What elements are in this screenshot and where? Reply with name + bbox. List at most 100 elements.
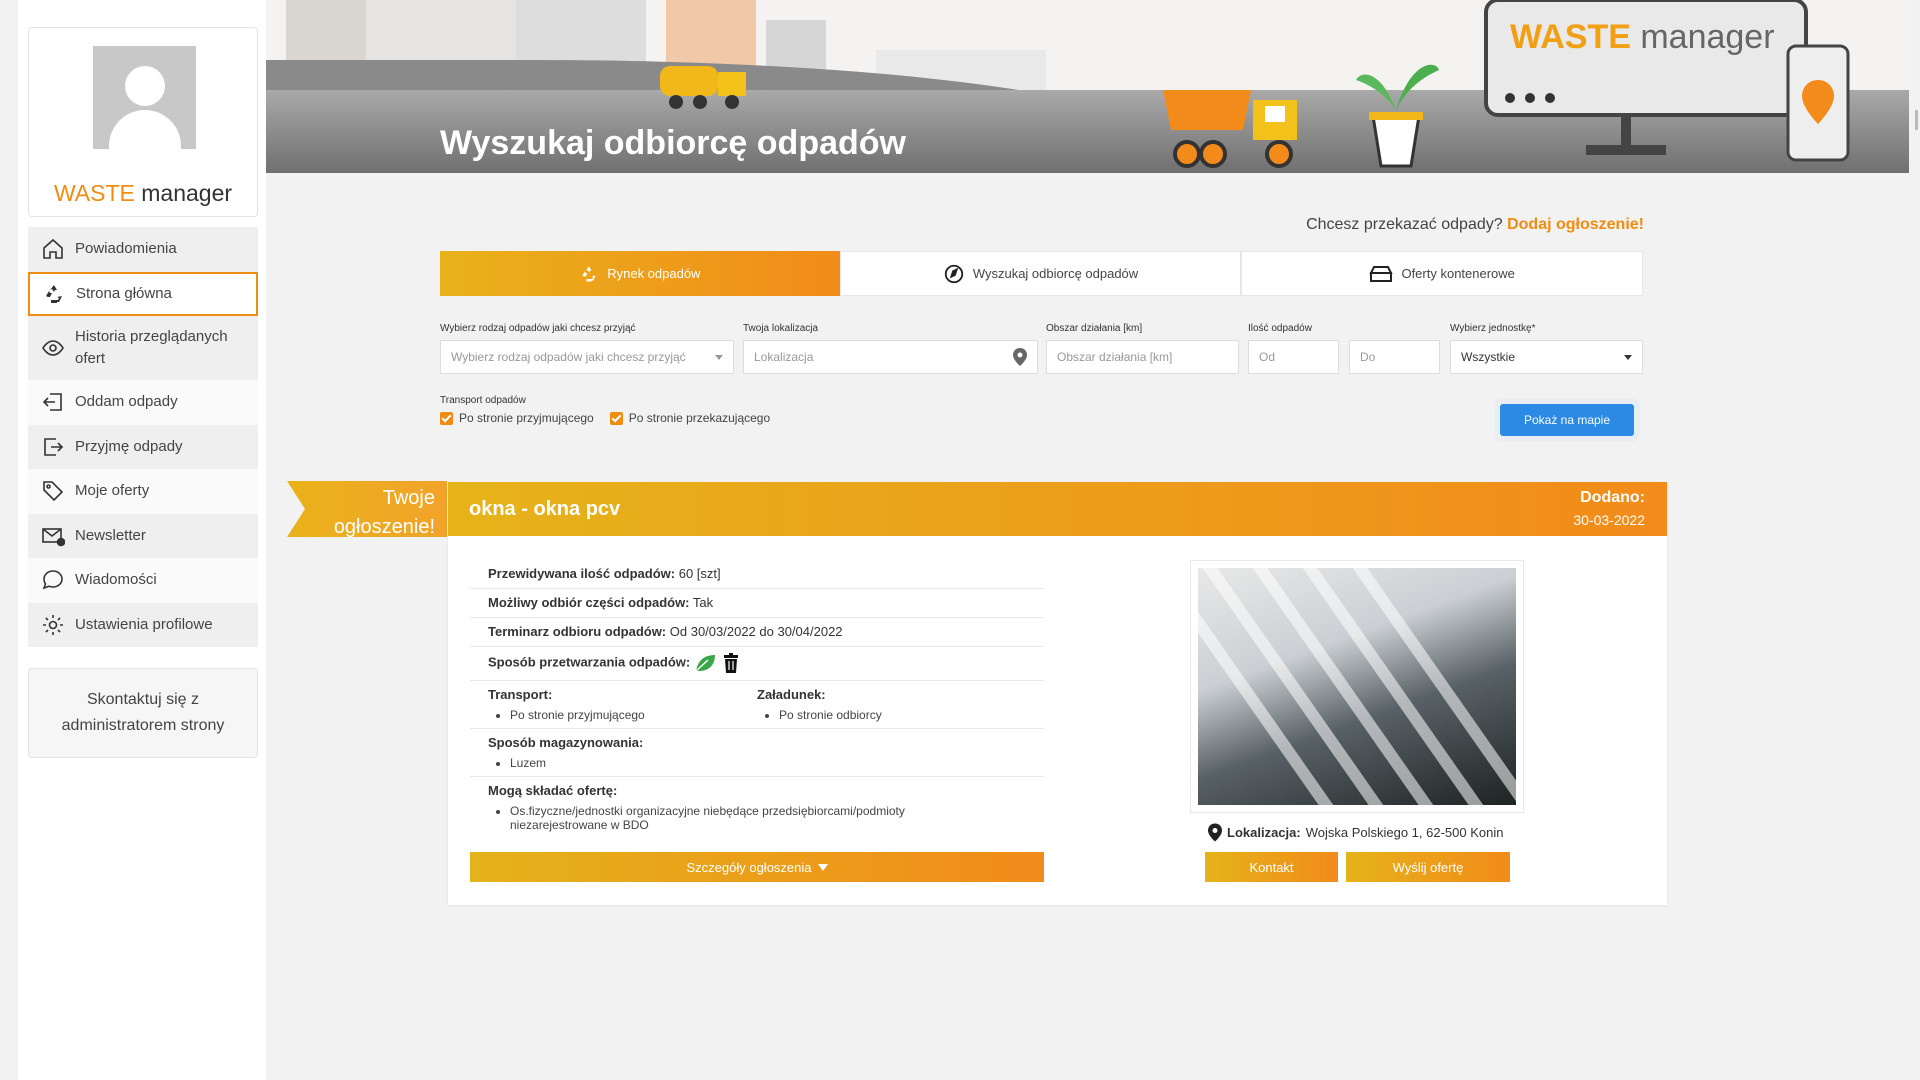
listing-card: okna - okna pcv Dodano: 30-03-2022 Przew… (448, 482, 1667, 905)
unit-select[interactable]: Wszystkie (1450, 340, 1643, 374)
location-placeholder: Lokalizacja (754, 350, 814, 364)
sidebar-item-label: Moje oferty (75, 482, 150, 500)
checkbox-checked-icon (609, 411, 623, 425)
recycle-icon (46, 284, 62, 303)
transport-receiver-checkbox[interactable]: Po stronie przyjmującego (440, 411, 594, 425)
location-input[interactable]: Lokalizacja (743, 340, 1038, 374)
sidebar-item-label: Powiadomienia (75, 240, 177, 258)
partial-pickup-row: Możliwy odbiór części odpadów: Tak (470, 589, 1044, 618)
tab-bar: Rynek odpadów Wyszukaj odbiorcę odpadów … (440, 251, 1644, 296)
sidebar-item-label: Oddam odpady (75, 393, 178, 411)
quantity-to-input[interactable]: Do (1349, 340, 1440, 374)
sidebar-item-wiadomosci[interactable]: Wiadomości (28, 558, 258, 603)
transport-filter: Transport odpadów Po stronie przyjmujące… (440, 395, 770, 425)
listing-details: Przewidywana ilość odpadów: 60 [szt] Moż… (470, 560, 1044, 860)
required-mark: * (1531, 323, 1536, 334)
detail-label: Możliwy odbiór części odpadów: (488, 595, 690, 610)
waste-type-select[interactable]: Wybierz rodzaj odpadów jaki chcesz przyj… (440, 340, 734, 374)
processing-row: Sposób przetwarzania odpadów: (470, 647, 1044, 681)
eye-icon (42, 340, 64, 356)
add-listing-link[interactable]: Dodaj ogłoszenie! (1507, 216, 1644, 233)
ribbon-line1: Twoje (382, 487, 435, 509)
detail-value: Luzem (510, 756, 1026, 770)
detail-label: Sposób magazynowania: (488, 735, 644, 750)
send-offer-button[interactable]: Wyślij ofertę (1346, 852, 1510, 882)
area-placeholder: Obszar działania [km] (1057, 350, 1173, 364)
listing-details-button[interactable]: Szczegóły ogłoszenia (470, 852, 1044, 882)
storage-row: Sposób magazynowania: Luzem (470, 729, 1044, 777)
sidebar-item-label: Strona główna (76, 284, 172, 302)
location-value: Wojska Polskiego 1, 62-500 Konin (1305, 825, 1504, 840)
waste-type-placeholder: Wybierz rodzaj odpadów jaki chcesz przyj… (451, 350, 686, 364)
tab-rynek-odpadow[interactable]: Rynek odpadów (440, 251, 840, 296)
envelope-icon (42, 527, 65, 547)
sidebar-brand-logo: WASTE manager (53, 180, 233, 206)
sidebar-item-ustawienia[interactable]: Ustawienia profilowe (28, 602, 258, 647)
ribbon-line2: ogłoszenie! (333, 516, 435, 538)
detail-value: Tak (692, 595, 714, 610)
listing-location: Lokalizacja: Wojska Polskiego 1, 62-500 … (1208, 823, 1503, 842)
listing-header: okna - okna pcv Dodano: 30-03-2022 (448, 482, 1667, 536)
sidebar-item-oddam-odpady[interactable]: Oddam odpady (28, 380, 258, 425)
map-pin-icon (1208, 823, 1222, 842)
detail-label: Mogą składać ofertę: (488, 783, 618, 798)
contact-admin-line2: administratorem strony (61, 717, 225, 734)
gear-icon (43, 614, 63, 635)
tags-icon (43, 481, 64, 502)
home-icon (43, 239, 63, 260)
sidebar-item-label: Przyjmę odpady (75, 437, 183, 455)
transport-sender-checkbox[interactable]: Po stronie przekazującego (609, 411, 771, 425)
checkbox-label: Po stronie przekazującego (628, 411, 771, 425)
contact-button[interactable]: Kontakt (1205, 852, 1338, 882)
detail-value: 60 [szt] (678, 566, 721, 581)
sidebar: WASTE manager Powiadomienia Strona główn… (18, 0, 266, 1080)
sign-out-icon (42, 393, 62, 412)
cta-text: Chcesz przekazać odpady? (1306, 216, 1503, 233)
sign-in-icon (44, 437, 64, 456)
show-on-map-button[interactable]: Pokaż na mapie (1500, 404, 1634, 436)
quantity-from-input[interactable]: Od (1248, 340, 1339, 374)
compass-icon (944, 264, 963, 283)
caret-down-icon (817, 863, 828, 871)
add-listing-cta: Chcesz przekazać odpady? Dodaj ogłoszeni… (1306, 216, 1644, 234)
sidebar-item-przyjme-odpady[interactable]: Przyjmę odpady (28, 424, 258, 469)
quantity-to-placeholder: Do (1360, 350, 1376, 364)
sidebar-item-strona-glowna[interactable]: Strona główna (28, 271, 258, 316)
location-label: Twoja lokalizacja (743, 323, 819, 334)
sidebar-item-label: Historia przeglądanych ofert (75, 328, 228, 367)
location-label: Lokalizacja: (1227, 825, 1301, 840)
sidebar-menu: Powiadomienia Strona główna Historia prz… (28, 227, 258, 647)
listing-title[interactable]: okna - okna pcv (469, 498, 620, 521)
detail-value: Od 30/03/2022 do 30/04/2022 (669, 624, 843, 639)
dump-truck-illustration (1163, 90, 1297, 168)
contact-admin-box[interactable]: Skontaktuj się z administratorem strony (28, 668, 258, 758)
added-date: 30-03-2022 (1573, 512, 1645, 528)
chevron-down-icon (1624, 354, 1632, 360)
transport-loading-row: Transport: Po stronie przyjmującego Załad… (470, 681, 1044, 729)
checkbox-label: Po stronie przyjmującego (459, 411, 594, 425)
waste-type-label: Wybierz rodzaj odpadów jaki chcesz przyj… (440, 323, 636, 334)
scrollbar[interactable] (1915, 110, 1918, 130)
listing-photo[interactable] (1190, 560, 1524, 813)
sidebar-item-newsletter[interactable]: Newsletter (28, 513, 258, 558)
tab-oferty-kontenerowe[interactable]: Oferty kontenerowe (1241, 251, 1644, 296)
recycle-icon (582, 266, 596, 281)
container-icon (1369, 265, 1394, 282)
schedule-row: Terminarz odbioru odpadów: Od 30/03/2022… (470, 618, 1044, 647)
sidebar-item-moje-oferty[interactable]: Moje oferty (28, 469, 258, 514)
area-label: Obszar działania [km] (1046, 323, 1143, 334)
sidebar-item-label: Ustawienia profilowe (75, 615, 213, 633)
transport-label: Transport odpadów (440, 395, 526, 406)
area-input[interactable]: Obszar działania [km] (1046, 340, 1239, 374)
tab-label: Oferty kontenerowe (1401, 266, 1515, 281)
details-button-label: Szczegóły ogłoszenia (686, 859, 812, 875)
quantity-row: Przewidywana ilość odpadów: 60 [szt] (470, 560, 1044, 589)
tab-wyszukaj-odbiorce[interactable]: Wyszukaj odbiorcę odpadów (839, 251, 1242, 296)
detail-value: Os.fizyczne/jednostki organizacyjne nieb… (510, 804, 956, 832)
checkbox-checked-icon (440, 411, 453, 425)
avatar[interactable] (93, 46, 196, 149)
sidebar-item-powiadomienia[interactable]: Powiadomienia (28, 227, 258, 272)
sidebar-item-label: Wiadomości (75, 571, 157, 589)
sidebar-item-historia[interactable]: Historia przeglądanych ofert (28, 316, 258, 380)
detail-label: Transport: (488, 687, 553, 702)
